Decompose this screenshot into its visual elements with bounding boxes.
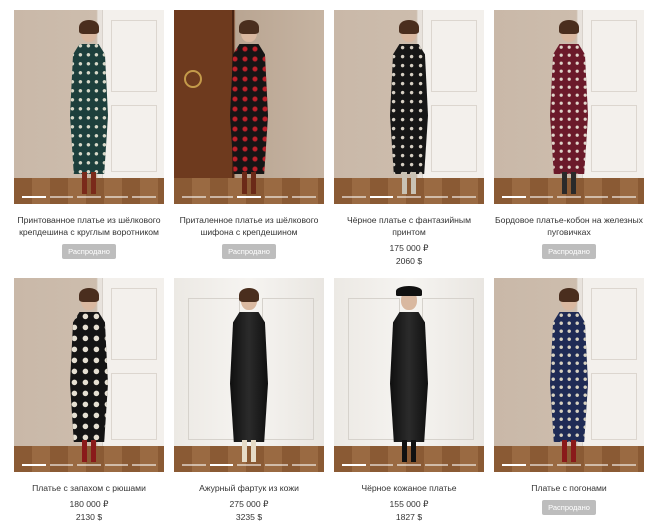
product-title[interactable]: Принтованное платье из шёлкового крепдеш… — [14, 214, 164, 238]
gallery-dots[interactable] — [342, 464, 476, 466]
product-title[interactable]: Приталенное платье из шёлкового шифона с… — [174, 214, 324, 238]
product-title[interactable]: Платье с запахом с рюшами — [14, 482, 164, 494]
model-figure — [66, 288, 112, 466]
product-card[interactable]: Принтованное платье из шёлкового крепдеш… — [14, 10, 164, 278]
gallery-dots[interactable] — [22, 196, 156, 198]
product-photo[interactable] — [14, 278, 164, 472]
product-card[interactable]: Платье с погонами Распродано — [494, 278, 644, 524]
product-title[interactable]: Платье с погонами — [494, 482, 644, 494]
product-photo[interactable] — [334, 10, 484, 204]
product-photo[interactable] — [494, 10, 644, 204]
product-photo[interactable] — [174, 278, 324, 472]
product-card[interactable]: Бордовое платье-кобон на железных пугови… — [494, 10, 644, 278]
product-card[interactable]: Платье с запахом с рюшами 180 000 ₽ 2130… — [14, 278, 164, 524]
sold-out-badge: Распродано — [222, 244, 276, 259]
price-usd: 2060 $ — [395, 256, 423, 266]
product-card[interactable]: Приталенное платье из шёлкового шифона с… — [174, 10, 324, 278]
price-usd: 2130 $ — [75, 512, 103, 522]
sold-out-badge: Распродано — [542, 244, 596, 259]
product-photo[interactable] — [494, 278, 644, 472]
product-card[interactable]: Ажурный фартук из кожи 275 000 ₽ 3235 $ — [174, 278, 324, 524]
cabinet-decor — [174, 10, 234, 180]
price-rub: 275 000 ₽ — [229, 499, 269, 509]
product-card[interactable]: Чёрное платье с фантазийным принтом 175 … — [334, 10, 484, 278]
product-grid: Принтованное платье из шёлкового крепдеш… — [14, 10, 644, 524]
product-title[interactable]: Чёрное кожаное платье — [334, 482, 484, 494]
price-rub: 175 000 ₽ — [389, 243, 429, 253]
gallery-dots[interactable] — [182, 464, 316, 466]
price-rub: 180 000 ₽ — [69, 499, 109, 509]
gallery-dots[interactable] — [342, 196, 476, 198]
product-title[interactable]: Бордовое платье-кобон на железных пугови… — [494, 214, 644, 238]
sold-out-badge: Распродано — [542, 500, 596, 515]
product-title[interactable]: Чёрное платье с фантазийным принтом — [334, 214, 484, 238]
sold-out-badge: Распродано — [62, 244, 116, 259]
product-photo[interactable] — [14, 10, 164, 204]
gallery-dots[interactable] — [22, 464, 156, 466]
gallery-dots[interactable] — [182, 196, 316, 198]
model-figure — [386, 286, 432, 466]
model-figure — [386, 20, 432, 198]
product-title[interactable]: Ажурный фартук из кожи — [174, 482, 324, 494]
price-usd: 1827 $ — [395, 512, 423, 522]
model-figure — [226, 288, 272, 466]
model-figure — [546, 20, 592, 198]
price-usd: 3235 $ — [235, 512, 263, 522]
model-figure — [226, 20, 272, 198]
price-rub: 155 000 ₽ — [389, 499, 429, 509]
model-figure — [546, 288, 592, 466]
model-figure — [66, 20, 112, 198]
gallery-dots[interactable] — [502, 464, 636, 466]
product-photo[interactable] — [334, 278, 484, 472]
product-photo[interactable] — [174, 10, 324, 204]
product-card[interactable]: Чёрное кожаное платье 155 000 ₽ 1827 $ — [334, 278, 484, 524]
gallery-dots[interactable] — [502, 196, 636, 198]
